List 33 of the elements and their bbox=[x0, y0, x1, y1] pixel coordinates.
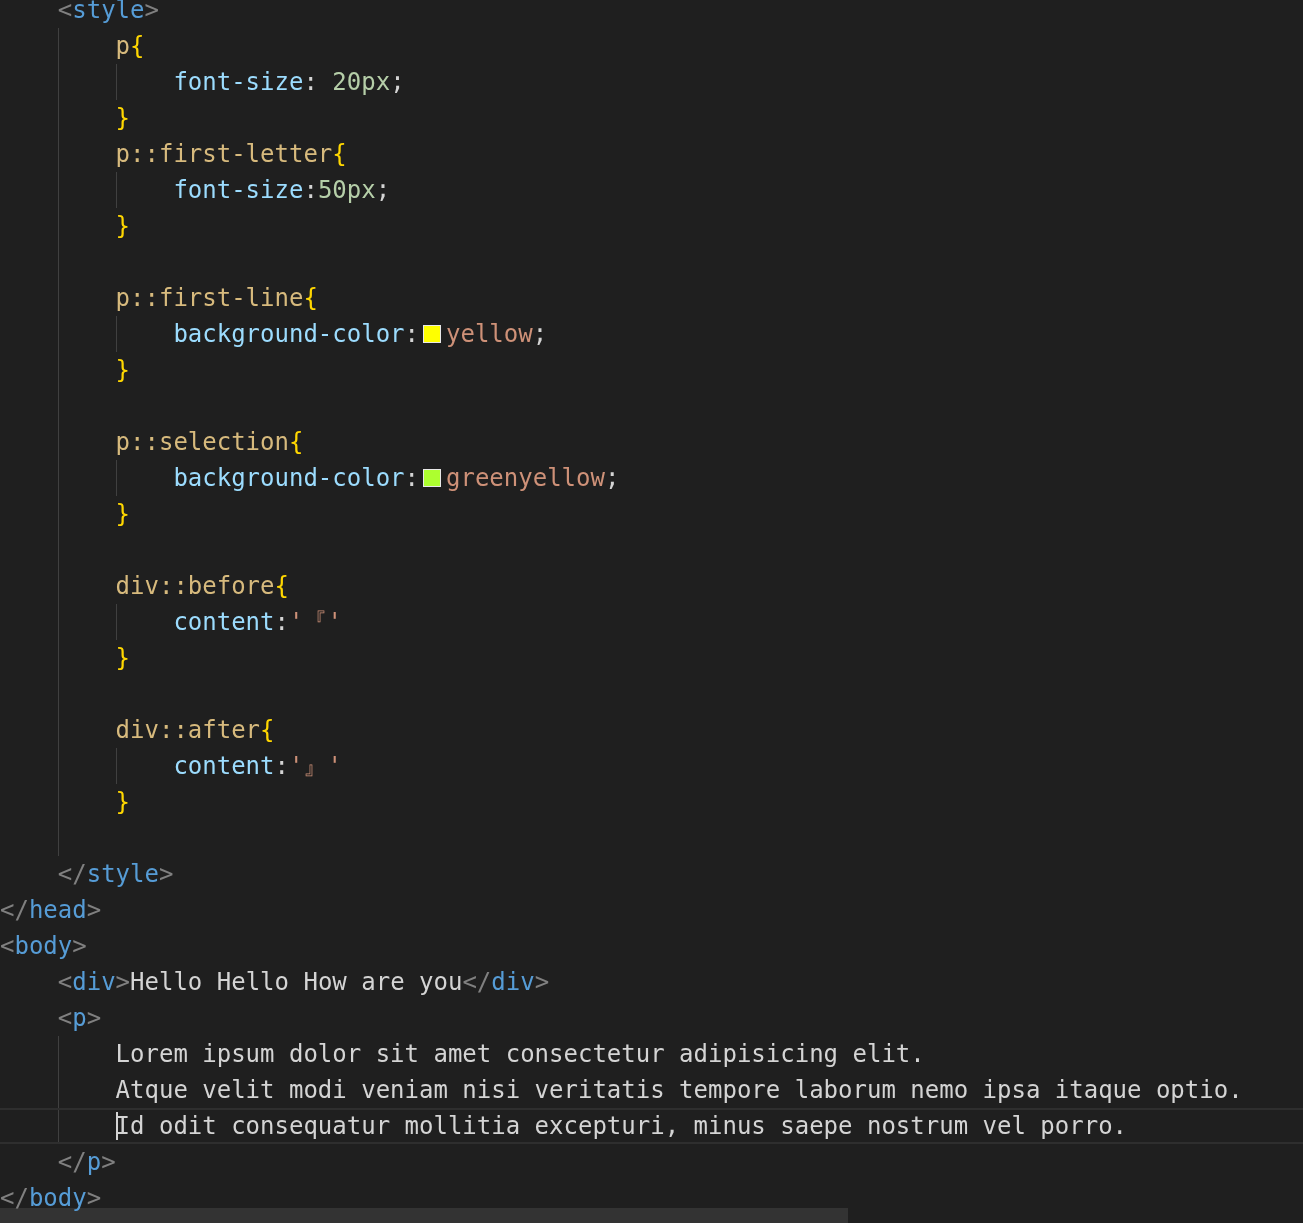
code-line: } bbox=[115, 103, 131, 134]
color-swatch-icon[interactable] bbox=[423, 325, 441, 343]
code-text: greenyellow; bbox=[446, 463, 620, 494]
code-text: background-color: bbox=[173, 319, 419, 350]
code-line: <style> bbox=[57, 0, 159, 26]
code-line: content:'』' bbox=[173, 751, 342, 782]
code-line: <div>Hello Hello How are you</div> bbox=[57, 967, 550, 998]
code-line: font-size: 20px; bbox=[173, 67, 405, 98]
code-line: </head> bbox=[0, 895, 102, 926]
code-line: p{ bbox=[115, 31, 145, 62]
code-line: <p> bbox=[57, 1003, 102, 1034]
code-text: background-color: bbox=[173, 463, 419, 494]
code-line: } bbox=[115, 787, 131, 818]
color-swatch-icon[interactable] bbox=[423, 469, 441, 487]
code-line: } bbox=[115, 499, 131, 530]
code-line: div::before{ bbox=[115, 571, 289, 602]
code-line: p::selection{ bbox=[115, 427, 304, 458]
code-line: div::after{ bbox=[115, 715, 275, 746]
code-text: yellow; bbox=[446, 319, 548, 350]
code-line: <body> bbox=[0, 931, 87, 962]
code-line: } bbox=[115, 211, 131, 242]
code-line: p::first-line{ bbox=[115, 283, 318, 314]
code-line: </body> bbox=[0, 1183, 102, 1214]
code-line: font-size:50px; bbox=[173, 175, 391, 206]
code-line: Lorem ipsum dolor sit amet consectetur adipisicing elit. bbox=[115, 1039, 925, 1070]
code-line: p::first-letter{ bbox=[115, 139, 347, 170]
code-line: </p> bbox=[57, 1147, 116, 1178]
code-line: </style> bbox=[57, 859, 174, 890]
code-line: Id odit consequatur mollitia excepturi, minus saepe nostrum vel porro. bbox=[115, 1111, 1128, 1142]
code-line: Atque velit modi veniam nisi veritatis tempore laborum nemo ipsa itaque optio. bbox=[115, 1075, 1243, 1106]
code-line: content:'『' bbox=[173, 607, 342, 638]
code-line: } bbox=[115, 355, 131, 386]
code-line: } bbox=[115, 643, 131, 674]
